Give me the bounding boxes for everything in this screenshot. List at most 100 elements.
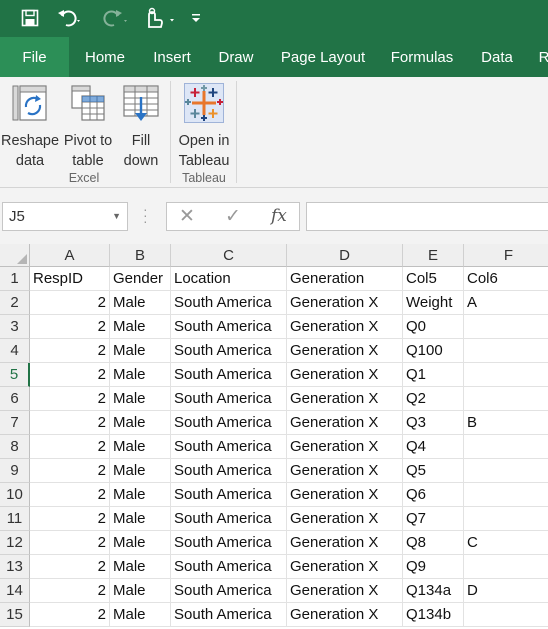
cell-e5[interactable]: Q1 — [403, 363, 464, 387]
formula-input[interactable] — [306, 202, 548, 231]
cell-b9[interactable]: Male — [110, 459, 171, 483]
cell-c8[interactable]: South America — [171, 435, 287, 459]
row-header-6[interactable]: 6 — [0, 387, 30, 411]
cell-e8[interactable]: Q4 — [403, 435, 464, 459]
cell-a8[interactable]: 2 — [30, 435, 110, 459]
cell-b15[interactable]: Male — [110, 603, 171, 627]
cell-d12[interactable]: Generation X — [287, 531, 403, 555]
cell-a13[interactable]: 2 — [30, 555, 110, 579]
tab-draw[interactable]: Draw — [212, 37, 260, 77]
tab-file[interactable]: File — [0, 37, 69, 77]
name-box[interactable]: J5 ▼ — [2, 202, 128, 231]
cell-b3[interactable]: Male — [110, 315, 171, 339]
undo-icon[interactable] — [55, 6, 83, 30]
cell-e14[interactable]: Q134a — [403, 579, 464, 603]
cell-c6[interactable]: South America — [171, 387, 287, 411]
cell-e10[interactable]: Q6 — [403, 483, 464, 507]
row-header-11[interactable]: 11 — [0, 507, 30, 531]
save-icon[interactable] — [18, 6, 42, 30]
row-header-9[interactable]: 9 — [0, 459, 30, 483]
redo-icon[interactable] — [100, 6, 130, 30]
cell-b13[interactable]: Male — [110, 555, 171, 579]
fill-down-button[interactable]: Fill down — [116, 83, 166, 171]
touch-mode-icon[interactable] — [142, 6, 178, 30]
cell-f4[interactable] — [464, 339, 548, 363]
cell-a6[interactable]: 2 — [30, 387, 110, 411]
cell-e7[interactable]: Q3 — [403, 411, 464, 435]
tab-insert[interactable]: Insert — [146, 37, 198, 77]
cell-b10[interactable]: Male — [110, 483, 171, 507]
cell-a4[interactable]: 2 — [30, 339, 110, 363]
cell-b5[interactable]: Male — [110, 363, 171, 387]
cell-a14[interactable]: 2 — [30, 579, 110, 603]
row-header-12[interactable]: 12 — [0, 531, 30, 555]
tab-data[interactable]: Data — [474, 37, 520, 77]
row-header-1[interactable]: 1 — [0, 267, 30, 291]
tab-home[interactable]: Home — [78, 37, 132, 77]
cell-a7[interactable]: 2 — [30, 411, 110, 435]
cell-c1[interactable]: Location — [171, 267, 287, 291]
cell-a10[interactable]: 2 — [30, 483, 110, 507]
cell-e2[interactable]: Weight — [403, 291, 464, 315]
cell-f14[interactable]: D — [464, 579, 548, 603]
cell-b2[interactable]: Male — [110, 291, 171, 315]
cell-a5[interactable]: 2 — [30, 363, 110, 387]
cell-c13[interactable]: South America — [171, 555, 287, 579]
customize-quick-access-icon[interactable] — [188, 6, 204, 30]
cell-d11[interactable]: Generation X — [287, 507, 403, 531]
row-header-3[interactable]: 3 — [0, 315, 30, 339]
cell-e3[interactable]: Q0 — [403, 315, 464, 339]
cell-d7[interactable]: Generation X — [287, 411, 403, 435]
cell-d14[interactable]: Generation X — [287, 579, 403, 603]
cell-f6[interactable] — [464, 387, 548, 411]
cell-a2[interactable]: 2 — [30, 291, 110, 315]
reshape-data-button[interactable]: Reshape data — [0, 83, 60, 171]
worksheet-grid[interactable]: A B C D E F 1 RespID Gender Location Generation Col… — [0, 244, 548, 629]
column-header-d[interactable]: D — [287, 244, 403, 267]
cell-c5[interactable]: South America — [171, 363, 287, 387]
cell-b12[interactable]: Male — [110, 531, 171, 555]
cell-d2[interactable]: Generation X — [287, 291, 403, 315]
cell-b7[interactable]: Male — [110, 411, 171, 435]
row-header-15[interactable]: 15 — [0, 603, 30, 627]
column-header-a[interactable]: A — [30, 244, 110, 267]
cell-b14[interactable]: Male — [110, 579, 171, 603]
cell-f15[interactable] — [464, 603, 548, 627]
cell-e13[interactable]: Q9 — [403, 555, 464, 579]
cell-f10[interactable] — [464, 483, 548, 507]
column-header-b[interactable]: B — [110, 244, 171, 267]
column-header-c[interactable]: C — [171, 244, 287, 267]
cell-e15[interactable]: Q134b — [403, 603, 464, 627]
cell-d1[interactable]: Generation — [287, 267, 403, 291]
pivot-to-table-button[interactable]: Pivot to table — [60, 83, 116, 171]
tab-review[interactable]: R — [536, 37, 548, 77]
cell-d15[interactable]: Generation X — [287, 603, 403, 627]
cell-a9[interactable]: 2 — [30, 459, 110, 483]
row-header-10[interactable]: 10 — [0, 483, 30, 507]
cell-d10[interactable]: Generation X — [287, 483, 403, 507]
column-header-f[interactable]: F — [464, 244, 548, 267]
column-header-e[interactable]: E — [403, 244, 464, 267]
cell-d13[interactable]: Generation X — [287, 555, 403, 579]
row-header-14[interactable]: 14 — [0, 579, 30, 603]
row-header-2[interactable]: 2 — [0, 291, 30, 315]
cell-f5[interactable] — [464, 363, 548, 387]
cell-d5[interactable]: Generation X — [287, 363, 403, 387]
name-box-dropdown-icon[interactable]: ▼ — [112, 203, 121, 230]
cell-f1[interactable]: Col6 — [464, 267, 548, 291]
cell-f11[interactable] — [464, 507, 548, 531]
cell-b8[interactable]: Male — [110, 435, 171, 459]
row-header-8[interactable]: 8 — [0, 435, 30, 459]
cell-c7[interactable]: South America — [171, 411, 287, 435]
cell-e1[interactable]: Col5 — [403, 267, 464, 291]
enter-icon[interactable]: ✓ — [225, 205, 241, 228]
insert-function-icon[interactable]: fx — [271, 206, 287, 226]
cell-b4[interactable]: Male — [110, 339, 171, 363]
cell-c15[interactable]: South America — [171, 603, 287, 627]
row-header-4[interactable]: 4 — [0, 339, 30, 363]
cell-d3[interactable]: Generation X — [287, 315, 403, 339]
cell-a3[interactable]: 2 — [30, 315, 110, 339]
cell-c9[interactable]: South America — [171, 459, 287, 483]
cell-f9[interactable] — [464, 459, 548, 483]
cell-b11[interactable]: Male — [110, 507, 171, 531]
